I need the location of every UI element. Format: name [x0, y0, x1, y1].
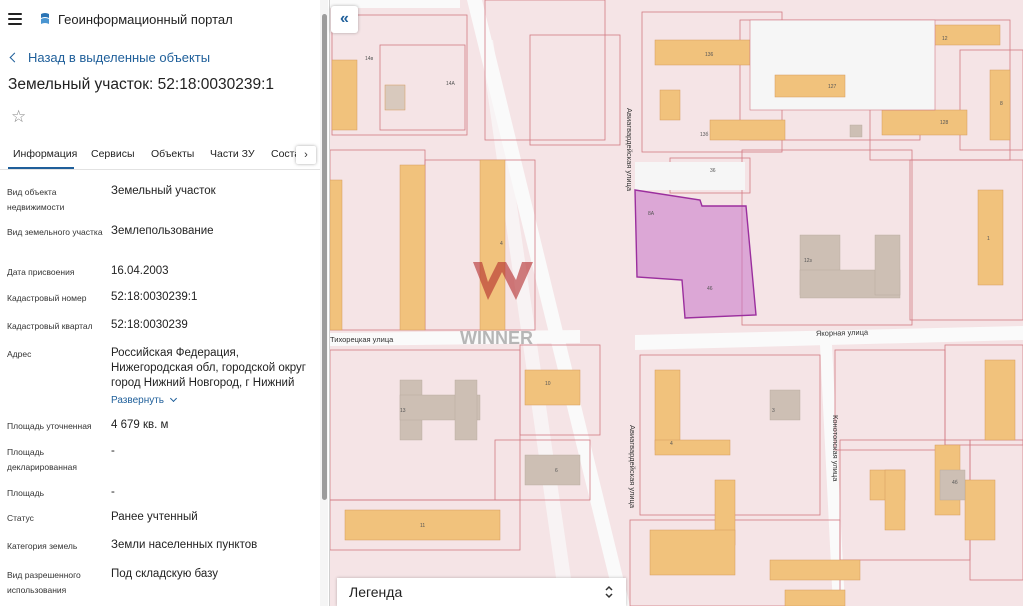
svg-text:136: 136 — [705, 52, 714, 58]
street-yakornaya-label: Якорная улица — [816, 328, 869, 338]
svg-text:1: 1 — [987, 236, 990, 242]
area-declared-label: Площадь декларированная — [7, 447, 77, 472]
svg-text:4: 4 — [500, 241, 503, 247]
cadastral-map[interactable]: 14в 14А 136 13б 12 127 128 8 8А 36 46 12… — [330, 0, 1023, 606]
status-value: Ранее учтенный — [111, 511, 198, 523]
info-panel: Геоинформационный портал Назад в выделен… — [0, 0, 330, 606]
selected-parcel[interactable] — [634, 189, 757, 319]
address-value: Российская Федерация, Нижегородская обл,… — [111, 347, 306, 389]
legend-label: Легенда — [349, 584, 403, 600]
street-tikhoretskaya-label: Тихорецкая улица — [330, 335, 394, 344]
tabs-scroll-right-button[interactable]: › — [296, 146, 316, 164]
svg-text:13: 13 — [400, 408, 406, 414]
active-tab-indicator — [8, 167, 74, 169]
status-label: Статус — [7, 513, 34, 523]
cadastral-quarter-label: Кадастровый квартал — [7, 321, 93, 331]
assign-date-value: 16.04.2003 — [111, 265, 169, 277]
svg-text:11: 11 — [420, 523, 425, 529]
svg-text:8: 8 — [1000, 101, 1003, 107]
area-label: Площадь — [7, 488, 45, 498]
svg-text:12: 12 — [942, 36, 948, 42]
svg-text:4: 4 — [670, 441, 673, 447]
tab-objects[interactable]: Объекты — [151, 148, 194, 160]
parcel-title: Земельный участок: 52:18:0030239:1 — [8, 76, 275, 93]
svg-text:6: 6 — [555, 468, 558, 474]
back-to-selected-link[interactable]: Назад в выделенные объекты — [9, 50, 210, 65]
street-aviagvardeiskaya-bottom-label: Авиагвардейская улица — [628, 425, 637, 509]
chevron-left-icon — [9, 52, 20, 63]
object-type-label: Вид объекта недвижимости — [7, 187, 65, 212]
watermark-text: WINNER — [460, 328, 533, 348]
svg-text:127: 127 — [828, 84, 837, 90]
open-area-2 — [635, 162, 745, 190]
permitted-use-value: Под складскую базу — [111, 568, 219, 580]
street-aviagvardeiskaya-top-label: Авиагвардейская улица — [625, 108, 634, 192]
back-link-label: Назад в выделенные объекты — [28, 50, 211, 65]
top-bar: Геоинформационный портал — [0, 0, 329, 40]
collapse-panel-button[interactable]: « — [331, 6, 358, 33]
svg-text:10: 10 — [545, 381, 551, 387]
area-value: - — [111, 486, 115, 498]
category-value: Земли населенных пунктов — [111, 539, 258, 551]
svg-text:13б: 13б — [700, 132, 709, 138]
cadastral-number-label: Кадастровый номер — [7, 293, 87, 303]
svg-text:14в: 14в — [365, 56, 374, 62]
land-type-label: Вид земельного участка — [7, 227, 103, 237]
tab-information[interactable]: Информация — [13, 148, 77, 160]
favorite-star-icon[interactable]: ☆ — [11, 108, 26, 125]
cadastral-quarter-value: 52:18:0030239 — [111, 319, 188, 331]
object-type-value: Земельный участок — [111, 185, 216, 197]
legend-bar[interactable]: Легенда — [337, 578, 626, 606]
svg-text:128: 128 — [940, 120, 949, 126]
map-canvas[interactable]: 14в 14А 136 13б 12 127 128 8 8А 36 46 12… — [330, 0, 1023, 606]
assign-date-label: Дата присвоения — [7, 267, 75, 277]
svg-text:8А: 8А — [648, 211, 655, 217]
portal-logo-icon — [41, 13, 49, 24]
tab-parts[interactable]: Части ЗУ — [210, 148, 255, 160]
expand-collapse-icon[interactable] — [604, 583, 614, 601]
svg-text:3: 3 — [772, 408, 775, 414]
area-refined-value: 4 679 кв. м — [111, 419, 169, 431]
area-declared-value: - — [111, 445, 115, 457]
panel-scrollbar-thumb[interactable] — [322, 14, 327, 500]
tab-services[interactable]: Сервисы — [91, 148, 135, 160]
expand-label: Развернуть — [111, 395, 165, 406]
expand-address-link[interactable]: Развернуть — [111, 394, 178, 406]
svg-text:4б: 4б — [952, 480, 958, 486]
category-label: Категория земель — [7, 541, 78, 551]
area-refined-label: Площадь уточненная — [7, 421, 92, 431]
street-konotopskaya-label: Конотопская улица — [831, 415, 840, 482]
svg-text:12з: 12з — [804, 258, 813, 264]
svg-text:36: 36 — [710, 168, 716, 174]
cadastral-number-value: 52:18:0030239:1 — [111, 291, 198, 303]
svg-text:14А: 14А — [446, 81, 456, 87]
tab-bar: Информация Сервисы Объекты Части ЗУ Сост… — [0, 140, 320, 170]
permitted-use-label: Вид разрешенного использования — [7, 570, 81, 595]
app-title: Геоинформационный портал — [58, 12, 233, 27]
chevron-down-icon — [169, 394, 178, 403]
land-type-value: Землепользование — [111, 225, 214, 237]
menu-icon[interactable] — [8, 13, 22, 25]
address-label: Адрес — [7, 349, 32, 359]
svg-text:46: 46 — [707, 286, 713, 292]
